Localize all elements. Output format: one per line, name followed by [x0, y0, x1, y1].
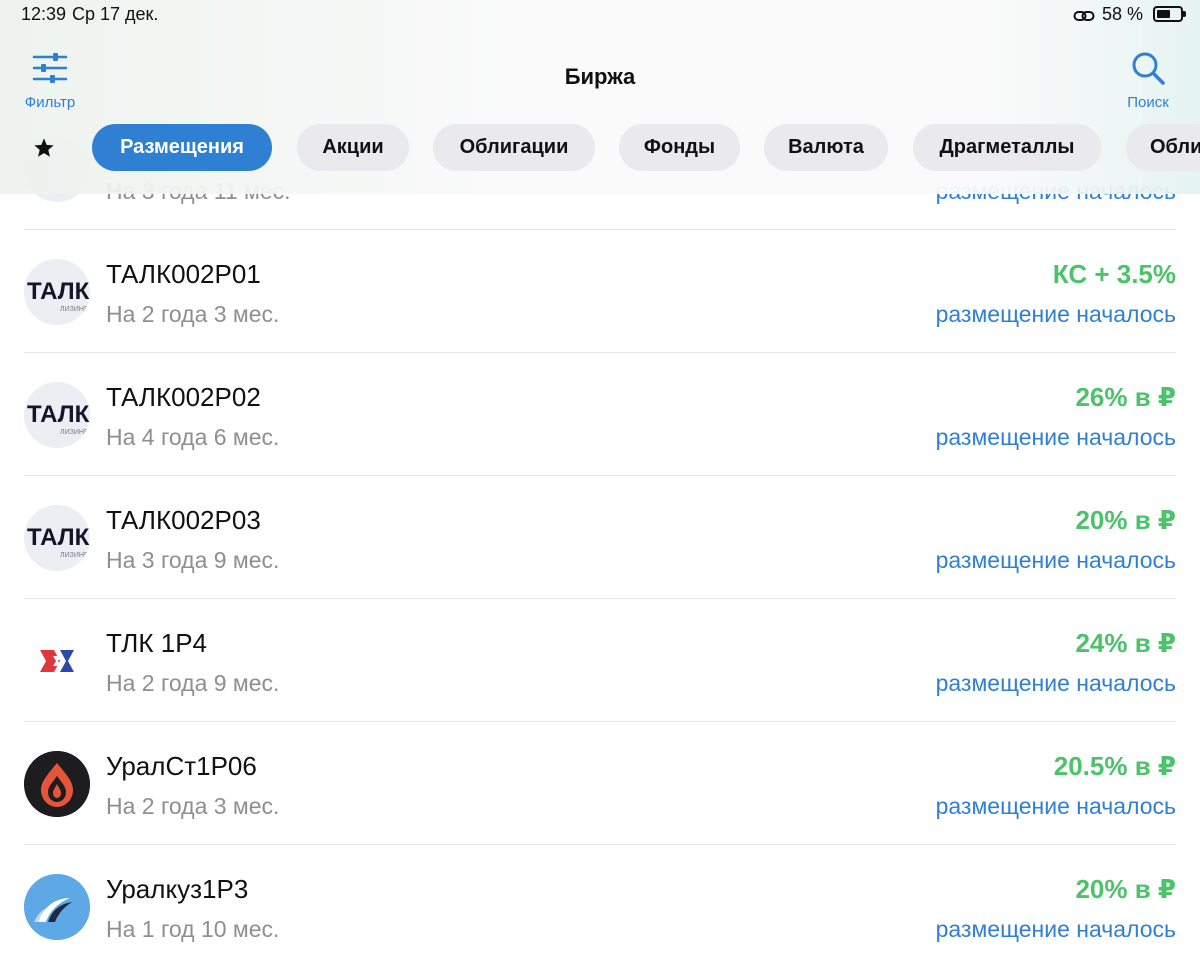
- bond-name: ТЛК 1Р4: [106, 628, 208, 658]
- talk-leasing-logo: ТАЛК ЛИЗИНГ: [24, 505, 90, 571]
- status-date: Ср 17 дек.: [72, 4, 159, 24]
- search-icon: [1130, 50, 1166, 91]
- status-bar: 12:39 Ср 17 дек. 58 %: [0, 0, 1200, 30]
- bond-name: ТАЛК002Р03: [106, 505, 261, 535]
- favorites-button[interactable]: [22, 124, 66, 171]
- tab-bonds[interactable]: Облигации: [433, 124, 595, 171]
- bond-term: На 2 года 9 мес.: [106, 670, 280, 696]
- filter-label: Фильтр: [24, 94, 76, 111]
- exchange-screen: На 3 года 11 мес. размещение началось ТА…: [0, 0, 1200, 961]
- list-item[interactable]: ТАЛК ЛИЗИНГ ТАЛК002Р03 На 3 года 9 мес. …: [24, 476, 1176, 599]
- placement-status: размещение началось: [935, 793, 1176, 819]
- bond-name: ТАЛК002Р01: [106, 259, 261, 289]
- bond-yield: 20% в ₽: [1075, 505, 1176, 535]
- link-icon: [1073, 7, 1095, 28]
- list-item[interactable]: ТЛК 1Р4 На 2 года 9 мес. 24% в ₽ размеще…: [24, 599, 1176, 722]
- list-item[interactable]: УралСт1Р06 На 2 года 3 мес. 20.5% в ₽ ра…: [24, 722, 1176, 845]
- bond-yield: 20.5% в ₽: [1053, 751, 1176, 781]
- talk-wordmark: ТАЛК: [27, 524, 90, 551]
- battery-fill: [1157, 10, 1170, 18]
- placement-status: размещение началось: [935, 424, 1176, 450]
- placement-status: размещение началось: [935, 670, 1176, 696]
- bond-term: На 2 года 3 мес.: [106, 793, 280, 819]
- talk-wordmark: ТАЛК: [27, 401, 90, 428]
- bond-yield: 24% в ₽: [1075, 628, 1176, 658]
- bond-name: Уралкуз1Р3: [106, 874, 249, 904]
- talk-leasing-logo: ТАЛК ЛИЗИНГ: [24, 259, 90, 325]
- page-title: Биржа: [564, 64, 636, 89]
- tab-currency[interactable]: Валюта: [764, 124, 888, 171]
- bond-name: ТАЛК002Р02: [106, 382, 261, 412]
- bond-yield: 26% в ₽: [1075, 382, 1176, 412]
- status-time: 12:39: [21, 4, 67, 24]
- talk-leasing-logo: ТАЛК ЛИЗИНГ: [24, 382, 90, 448]
- battery-icon: [1153, 6, 1186, 22]
- bond-name: УралСт1Р06: [106, 751, 257, 781]
- search-button[interactable]: Поиск: [1118, 46, 1178, 114]
- bond-yield: 20% в ₽: [1075, 874, 1176, 904]
- top-header: 12:39 Ср 17 дек. 58 % Фильтр Биржа Поиск…: [0, 0, 1200, 194]
- list-item[interactable]: ТАЛК ЛИЗИНГ ТАЛК002Р02 На 4 года 6 мес. …: [24, 353, 1176, 476]
- battery-percent: 58 %: [1102, 4, 1144, 24]
- bond-term: На 3 года 9 мес.: [106, 547, 280, 573]
- placement-status: размещение началось: [935, 547, 1176, 573]
- bond-term: На 2 года 3 мес.: [106, 301, 280, 327]
- search-label: Поиск: [1127, 94, 1169, 111]
- tab-stocks[interactable]: Акции: [297, 124, 409, 171]
- tab-precious-metals[interactable]: Драгметаллы: [913, 124, 1101, 171]
- talk-subtitle: ЛИЗИНГ: [60, 552, 88, 559]
- category-tabs: Размещения Акции Облигации Фонды Валюта …: [0, 124, 1200, 172]
- uralkuz-logo: [24, 874, 90, 940]
- bond-term: На 4 года 6 мес.: [106, 424, 280, 450]
- tab-funds[interactable]: Фонды: [619, 124, 740, 171]
- tlk-logo: [24, 628, 90, 694]
- tab-placements[interactable]: Размещения: [92, 124, 272, 171]
- tab-bonds-partial[interactable]: Обли: [1126, 124, 1200, 171]
- talk-wordmark: ТАЛК: [27, 278, 90, 305]
- talk-subtitle: ЛИЗИНГ: [60, 306, 88, 313]
- list-item[interactable]: ТАЛК ЛИЗИНГ ТАЛК002Р01 На 2 года 3 мес. …: [24, 230, 1176, 353]
- bond-yield: КС + 3.5%: [1052, 259, 1176, 289]
- star-icon: [34, 138, 54, 157]
- list-item[interactable]: Уралкуз1Р3 На 1 год 10 мес. 20% в ₽ разм…: [24, 845, 1176, 961]
- placement-status: размещение началось: [935, 301, 1176, 327]
- bond-term: На 1 год 10 мес.: [106, 916, 280, 942]
- talk-subtitle: ЛИЗИНГ: [60, 429, 88, 436]
- placement-status: размещение началось: [935, 916, 1176, 942]
- uralst-logo: [24, 751, 90, 817]
